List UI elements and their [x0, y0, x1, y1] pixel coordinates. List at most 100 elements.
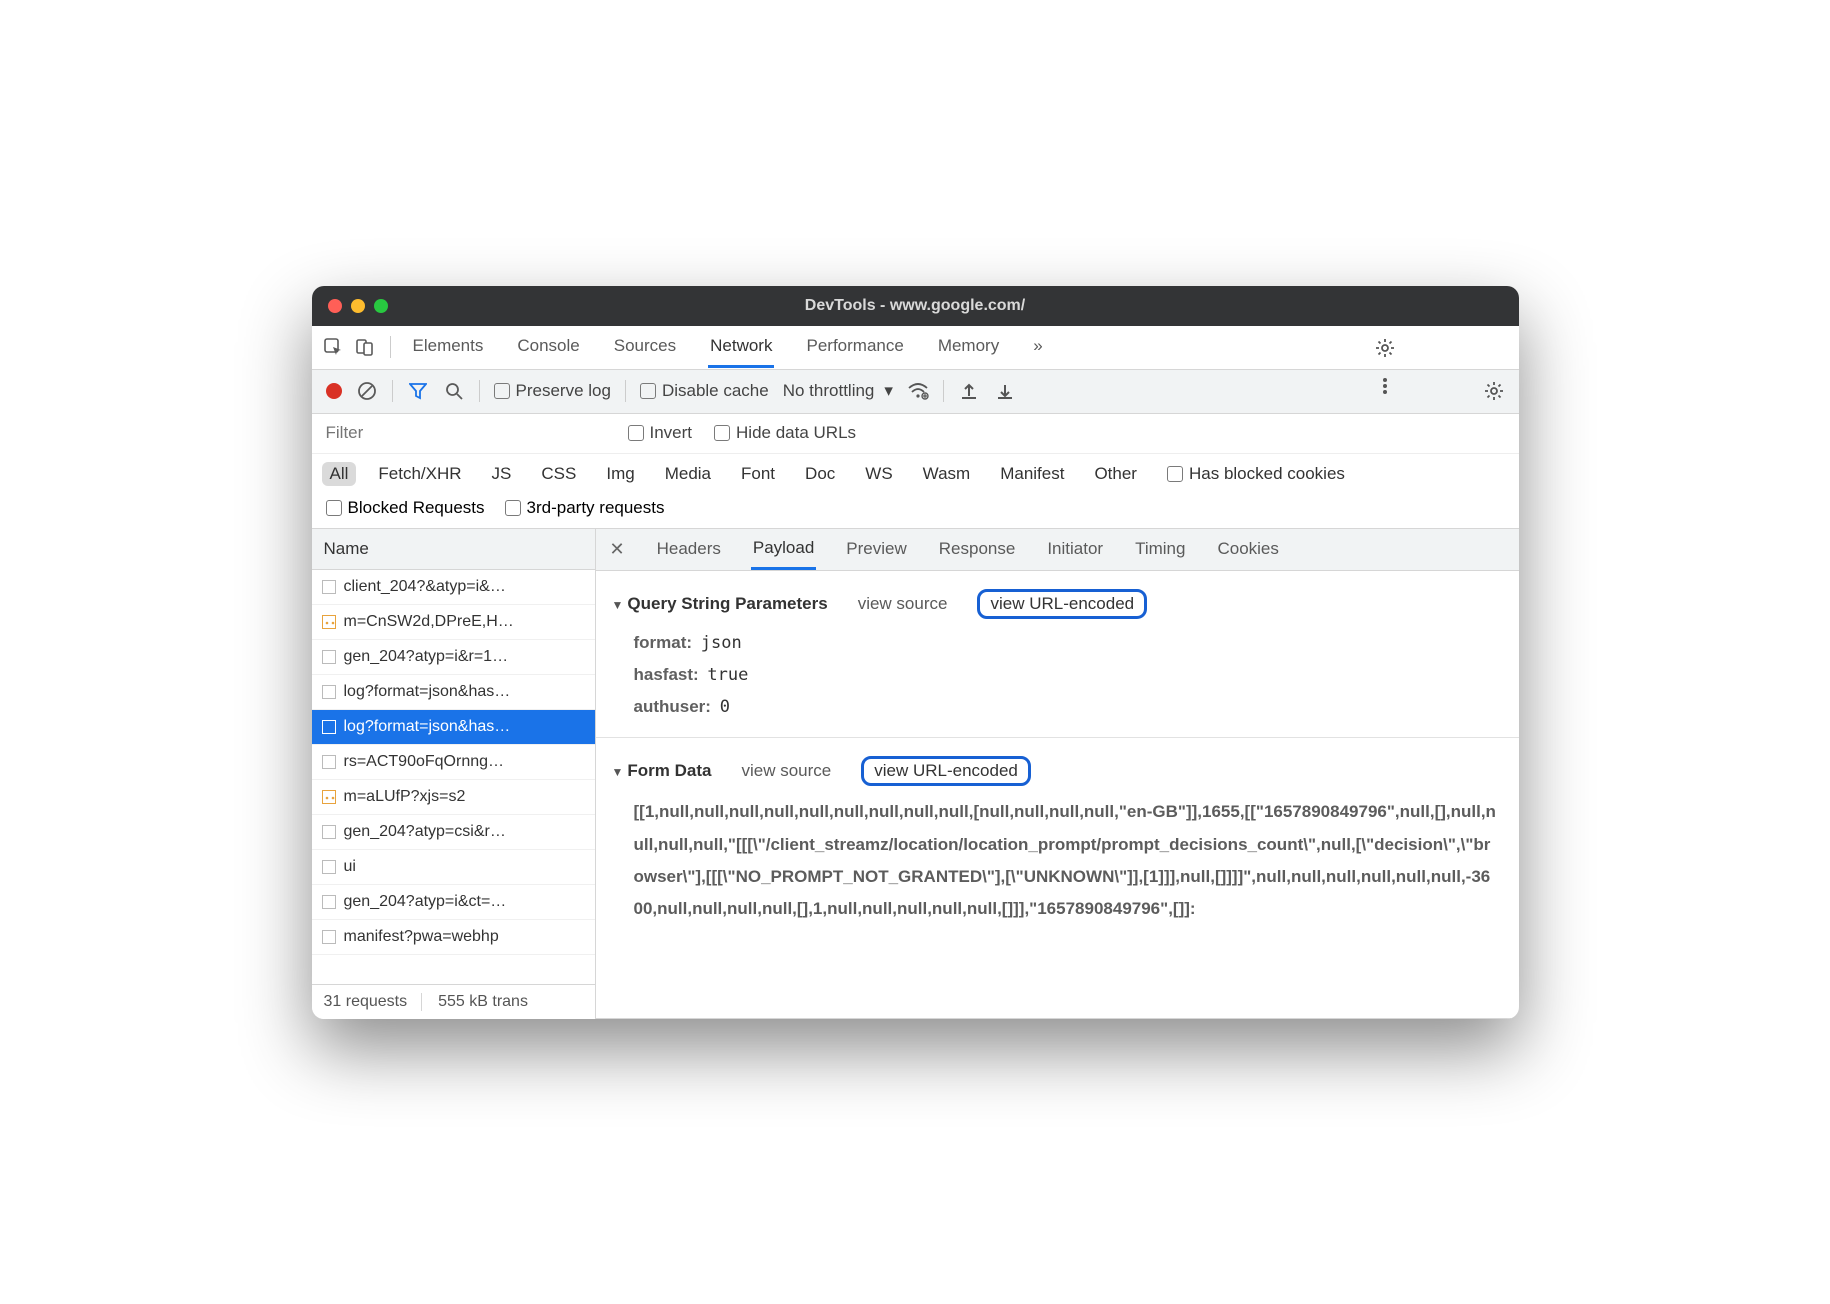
device-icon[interactable]	[354, 337, 376, 357]
request-row[interactable]: m=aLUfP?xjs=s2	[312, 780, 595, 815]
view-source-link[interactable]: view source	[741, 761, 831, 781]
blocked-requests-label: Blocked Requests	[348, 498, 485, 518]
hide-data-urls-label: Hide data URLs	[736, 423, 856, 443]
type-js[interactable]: JS	[484, 462, 520, 486]
status-bar: 31 requests 555 kB trans	[312, 984, 595, 1019]
file-icon	[322, 615, 336, 629]
request-row[interactable]: gen_204?atyp=i&ct=…	[312, 885, 595, 920]
request-name: manifest?pwa=webhp	[344, 928, 499, 946]
request-row[interactable]: log?format=json&has…	[312, 710, 595, 745]
main-tabbar: Elements Console Sources Network Perform…	[312, 326, 1519, 370]
download-icon[interactable]	[994, 381, 1016, 401]
invert-checkbox[interactable]: Invert	[628, 423, 693, 443]
request-name: m=CnSW2d,DPreE,H…	[344, 613, 514, 631]
hide-data-urls-checkbox[interactable]: Hide data URLs	[714, 423, 856, 443]
file-icon	[322, 650, 336, 664]
type-fetch[interactable]: Fetch/XHR	[370, 462, 469, 486]
type-all[interactable]: All	[322, 462, 357, 486]
chevron-down-icon: ▾	[884, 381, 893, 401]
file-icon	[322, 860, 336, 874]
resource-type-row: All Fetch/XHR JS CSS Img Media Font Doc …	[312, 454, 1519, 494]
file-icon	[322, 580, 336, 594]
request-row[interactable]: gen_204?atyp=i&r=1…	[312, 640, 595, 675]
filter-input[interactable]	[326, 423, 606, 443]
wifi-icon[interactable]	[907, 381, 929, 401]
view-source-link[interactable]: view source	[858, 594, 948, 614]
disable-cache-checkbox[interactable]: Disable cache	[640, 381, 769, 401]
file-icon	[322, 825, 336, 839]
inspect-icon[interactable]	[322, 337, 344, 357]
tab-elements[interactable]: Elements	[411, 326, 486, 368]
request-row[interactable]: client_204?&atyp=i&…	[312, 570, 595, 605]
throttling-value: No throttling	[783, 381, 875, 401]
file-icon	[322, 930, 336, 944]
file-icon	[322, 790, 336, 804]
file-icon	[322, 895, 336, 909]
dtab-preview[interactable]: Preview	[844, 530, 908, 568]
blocked-requests-checkbox[interactable]: Blocked Requests	[326, 498, 485, 518]
kebab-icon[interactable]	[1374, 376, 1396, 396]
tab-more[interactable]: »	[1031, 326, 1044, 368]
dtab-timing[interactable]: Timing	[1133, 530, 1187, 568]
dtab-payload[interactable]: Payload	[751, 529, 816, 570]
view-url-encoded-link[interactable]: view URL-encoded	[861, 756, 1031, 786]
param-key: authuser:	[634, 697, 711, 716]
request-name: rs=ACT90oFqOrnng…	[344, 753, 505, 771]
param-value: true	[707, 665, 748, 685]
dtab-cookies[interactable]: Cookies	[1215, 530, 1280, 568]
separator	[479, 380, 480, 402]
tab-memory[interactable]: Memory	[936, 326, 1001, 368]
invert-label: Invert	[650, 423, 693, 443]
type-css[interactable]: CSS	[533, 462, 584, 486]
type-other[interactable]: Other	[1086, 462, 1145, 486]
request-row[interactable]: gen_204?atyp=csi&r…	[312, 815, 595, 850]
type-media[interactable]: Media	[657, 462, 719, 486]
search-icon[interactable]	[443, 381, 465, 401]
type-wasm[interactable]: Wasm	[915, 462, 979, 486]
view-url-encoded-link[interactable]: view URL-encoded	[977, 589, 1147, 619]
request-row[interactable]: m=CnSW2d,DPreE,H…	[312, 605, 595, 640]
dtab-response[interactable]: Response	[937, 530, 1018, 568]
preserve-log-label: Preserve log	[516, 381, 611, 401]
dtab-headers[interactable]: Headers	[655, 530, 723, 568]
file-icon	[322, 755, 336, 769]
param-key: format:	[634, 633, 693, 652]
gear-icon[interactable]	[1374, 338, 1396, 358]
tab-sources[interactable]: Sources	[612, 326, 678, 368]
record-button[interactable]	[326, 383, 342, 399]
preserve-log-checkbox[interactable]: Preserve log	[494, 381, 611, 401]
dtab-initiator[interactable]: Initiator	[1045, 530, 1105, 568]
request-row[interactable]: log?format=json&has…	[312, 675, 595, 710]
request-name: client_204?&atyp=i&…	[344, 578, 506, 596]
clear-icon[interactable]	[356, 381, 378, 401]
filter-icon[interactable]	[407, 381, 429, 401]
request-name: m=aLUfP?xjs=s2	[344, 788, 466, 806]
request-row[interactable]: rs=ACT90oFqOrnng…	[312, 745, 595, 780]
tab-network[interactable]: Network	[708, 326, 774, 368]
type-font[interactable]: Font	[733, 462, 783, 486]
tab-console[interactable]: Console	[515, 326, 581, 368]
has-blocked-cookies-checkbox[interactable]: Has blocked cookies	[1167, 464, 1345, 484]
file-icon	[322, 720, 336, 734]
name-column-header[interactable]: Name	[312, 529, 595, 570]
upload-icon[interactable]	[958, 381, 980, 401]
main-tabs: Elements Console Sources Network Perform…	[411, 326, 1045, 368]
type-manifest[interactable]: Manifest	[992, 462, 1072, 486]
request-row[interactable]: ui	[312, 850, 595, 885]
close-icon[interactable]: ✕	[610, 539, 625, 560]
param-value: 0	[720, 697, 730, 717]
throttling-select[interactable]: No throttling ▾	[783, 381, 893, 401]
tab-performance[interactable]: Performance	[804, 326, 905, 368]
type-doc[interactable]: Doc	[797, 462, 843, 486]
disclosure-triangle-icon: ▼	[612, 598, 624, 612]
disclosure-triangle-icon: ▼	[612, 765, 624, 779]
request-row[interactable]: manifest?pwa=webhp	[312, 920, 595, 955]
type-img[interactable]: Img	[598, 462, 642, 486]
form-section-header[interactable]: ▼Form Data view source view URL-encoded	[612, 756, 1503, 786]
separator	[392, 380, 393, 402]
form-data-body: [[1,null,null,null,null,null,null,null,n…	[634, 796, 1499, 925]
qs-section-header[interactable]: ▼Query String Parameters view source vie…	[612, 589, 1503, 619]
third-party-checkbox[interactable]: 3rd-party requests	[505, 498, 665, 518]
settings-icon[interactable]	[1483, 381, 1505, 401]
type-ws[interactable]: WS	[857, 462, 900, 486]
